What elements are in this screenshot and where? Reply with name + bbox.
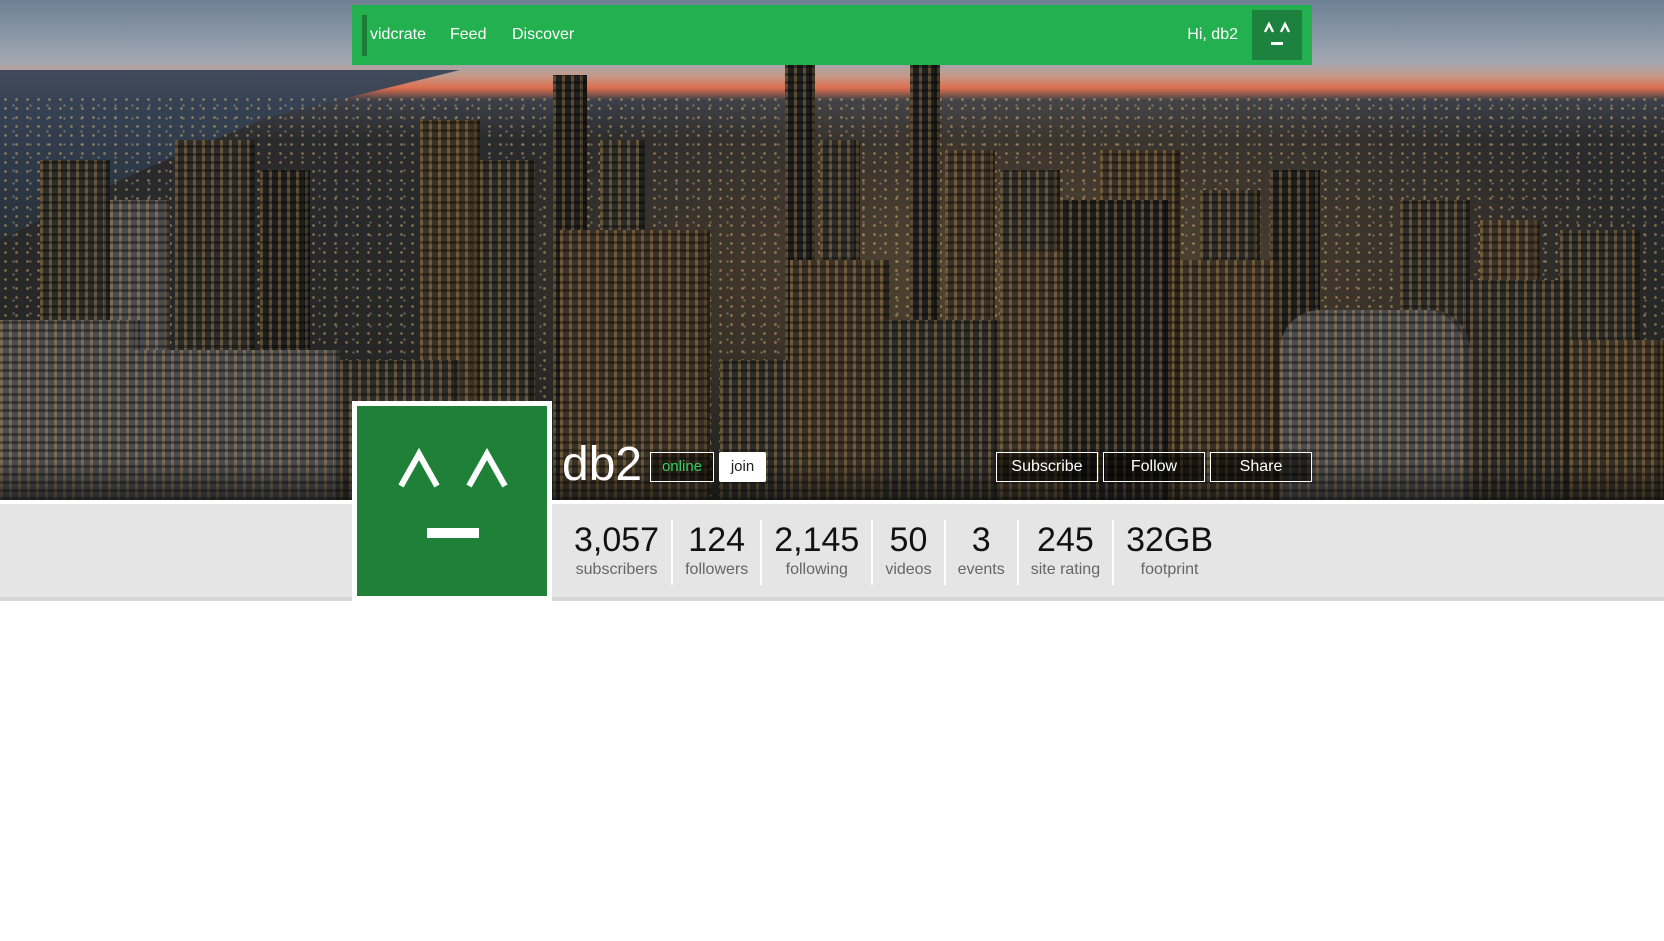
stat-label: events bbox=[957, 561, 1005, 578]
subscribe-button[interactable]: Subscribe bbox=[996, 452, 1098, 482]
status-badge: online bbox=[650, 452, 714, 482]
stat-label: site rating bbox=[1030, 561, 1101, 578]
stat-value: 50 bbox=[889, 521, 928, 559]
navbar-accent bbox=[362, 15, 367, 56]
join-button[interactable]: join bbox=[719, 452, 766, 482]
stat-label: videos bbox=[885, 561, 932, 578]
profile-stats: 3,057 subscribers 124 followers 2,145 fo… bbox=[562, 520, 1225, 585]
smiley-face-icon bbox=[398, 447, 508, 538]
stat-value: 3 bbox=[971, 521, 991, 559]
profile-avatar bbox=[352, 401, 552, 601]
stat-label: footprint bbox=[1140, 561, 1199, 578]
user-menu-avatar[interactable] bbox=[1252, 10, 1302, 60]
profile-page: vidcrate Feed Discover Hi, db2 db2 onlin… bbox=[0, 0, 1664, 941]
stat-value: 2,145 bbox=[774, 521, 860, 559]
nav-link-feed[interactable]: Feed bbox=[450, 5, 486, 65]
user-greeting: Hi, db2 bbox=[1187, 26, 1238, 43]
share-button[interactable]: Share bbox=[1210, 452, 1312, 482]
profile-avatar-image bbox=[357, 406, 547, 596]
stat-label: followers bbox=[685, 561, 749, 578]
nav-link-discover[interactable]: Discover bbox=[512, 5, 574, 65]
stat-value: 124 bbox=[688, 521, 746, 559]
stat-label: following bbox=[785, 561, 848, 578]
street-shadow bbox=[0, 460, 1664, 500]
stat-value: 245 bbox=[1037, 521, 1094, 559]
stat-value: 32GB bbox=[1126, 521, 1214, 559]
brand-link[interactable]: vidcrate bbox=[370, 5, 426, 65]
stat-value: 3,057 bbox=[574, 521, 660, 559]
stat-label: subscribers bbox=[575, 561, 658, 578]
smiley-face-icon bbox=[1263, 21, 1291, 45]
stat-events: 3 events bbox=[946, 520, 1019, 585]
stat-videos: 50 videos bbox=[873, 520, 946, 585]
profile-username: db2 bbox=[562, 438, 643, 491]
stat-following: 2,145 following bbox=[762, 520, 874, 585]
follow-button[interactable]: Follow bbox=[1103, 452, 1205, 482]
cover-banner bbox=[0, 0, 1664, 500]
stat-subscribers: 3,057 subscribers bbox=[562, 520, 674, 585]
top-navbar: vidcrate Feed Discover Hi, db2 bbox=[352, 5, 1312, 65]
stat-followers: 124 followers bbox=[673, 520, 763, 585]
stat-site-rating: 245 site rating bbox=[1019, 520, 1115, 585]
stat-footprint: 32GB footprint bbox=[1114, 520, 1225, 585]
